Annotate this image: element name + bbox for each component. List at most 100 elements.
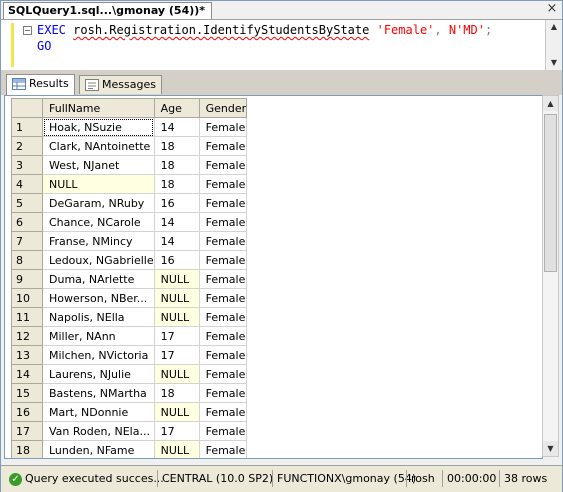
cell-age[interactable]: 18 [153,136,200,156]
row-number[interactable]: 12 [11,326,43,346]
cell-age[interactable]: 14 [153,117,200,137]
table-row[interactable]: 17 Van Roden, NEla... 17 Female [11,421,248,441]
cell-age[interactable]: NULL [153,440,200,458]
table-row[interactable]: 4 NULL 18 Female [11,174,248,194]
row-number[interactable]: 17 [11,421,43,441]
cell-age[interactable]: 16 [153,193,200,213]
scroll-up-icon[interactable]: ▲ [543,96,558,111]
scroll-down-icon[interactable]: ▼ [546,56,562,70]
cell-gender[interactable]: Female [198,307,248,327]
row-number[interactable]: 7 [11,231,43,251]
cell-age[interactable]: NULL [153,288,200,308]
cell-fullname[interactable]: Chance, NCarole [42,212,155,232]
row-number[interactable]: 16 [11,402,43,422]
query-text[interactable]: EXEC rosh.Registration.IdentifyStudentsB… [37,22,492,54]
cell-gender[interactable]: Female [198,288,248,308]
cell-age[interactable]: 14 [153,212,200,232]
row-number[interactable]: 18 [11,440,43,458]
cell-age[interactable]: 14 [153,231,200,251]
cell-gender[interactable]: Female [198,440,248,458]
column-header-age[interactable]: Age [153,98,200,118]
column-header-fullname[interactable]: FullName [42,98,155,118]
cell-age[interactable]: NULL [153,269,200,289]
cell-age[interactable]: 18 [153,174,200,194]
row-number[interactable]: 5 [11,193,43,213]
table-row[interactable]: 14 Laurens, NJulie NULL Female [11,364,248,384]
table-row[interactable]: 16 Mart, NDonnie NULL Female [11,402,248,422]
tab-results[interactable]: Results [6,74,75,95]
table-row[interactable]: 6 Chance, NCarole 14 Female [11,212,248,232]
cell-gender[interactable]: Female [198,155,248,175]
cell-age[interactable]: NULL [153,364,200,384]
cell-fullname[interactable]: NULL [42,174,155,194]
table-row[interactable]: 11 Napolis, NElla NULL Female [11,307,248,327]
cell-gender[interactable]: Female [198,383,248,403]
cell-age[interactable]: NULL [153,307,200,327]
cell-fullname[interactable]: Hoak, NSuzie [42,117,155,137]
row-number[interactable]: 11 [11,307,43,327]
row-number[interactable]: 6 [11,212,43,232]
cell-fullname[interactable]: Duma, NArlette [42,269,155,289]
grid-scrollbar[interactable]: ▲ ▼ [542,95,559,457]
document-tab[interactable]: SQLQuery1.sql...\gmonay (54))* [3,2,213,19]
cell-fullname[interactable]: Van Roden, NEla... [42,421,155,441]
grid-corner[interactable] [11,98,43,118]
cell-fullname[interactable]: Clark, NAntoinette [42,136,155,156]
results-grid[interactable]: FullName Age Gender 1 Hoak, NSuzie 14 Femal… [4,95,543,459]
row-number[interactable]: 4 [11,174,43,194]
table-row[interactable]: 8 Ledoux, NGabrielle 16 Female [11,250,248,270]
column-header-gender[interactable]: Gender [198,98,248,118]
cell-gender[interactable]: Female [198,117,248,137]
cell-fullname[interactable]: Laurens, NJulie [42,364,155,384]
cell-fullname[interactable]: Ledoux, NGabrielle [42,250,155,270]
editor-scrollbar[interactable]: ▲ ▼ [545,20,562,70]
query-editor[interactable]: − EXEC rosh.Registration.IdentifyStudent… [1,20,562,70]
cell-fullname[interactable]: Lunden, NFame [42,440,155,458]
row-number[interactable]: 15 [11,383,43,403]
cell-gender[interactable]: Female [198,402,248,422]
table-row[interactable]: 12 Miller, NAnn 17 Female [11,326,248,346]
cell-fullname[interactable]: Miller, NAnn [42,326,155,346]
cell-gender[interactable]: Female [198,231,248,251]
table-row[interactable]: 18 Lunden, NFame NULL Female [11,440,248,458]
cell-fullname[interactable]: Napolis, NElla [42,307,155,327]
row-number[interactable]: 9 [11,269,43,289]
scroll-down-icon[interactable]: ▼ [543,441,558,456]
row-number[interactable]: 8 [11,250,43,270]
row-number[interactable]: 2 [11,136,43,156]
cell-gender[interactable]: Female [198,269,248,289]
cell-age[interactable]: 17 [153,421,200,441]
cell-fullname[interactable]: Milchen, NVictoria [42,345,155,365]
cell-age[interactable]: 17 [153,345,200,365]
table-row[interactable]: 9 Duma, NArlette NULL Female [11,269,248,289]
cell-fullname[interactable]: Franse, NMincy [42,231,155,251]
cell-age[interactable]: 16 [153,250,200,270]
cell-fullname[interactable]: Bastens, NMartha [42,383,155,403]
row-number[interactable]: 3 [11,155,43,175]
table-row[interactable]: 2 Clark, NAntoinette 18 Female [11,136,248,156]
table-row[interactable]: 10 Howerson, NBer... NULL Female [11,288,248,308]
cell-gender[interactable]: Female [198,174,248,194]
table-row[interactable]: 5 DeGaram, NRuby 16 Female [11,193,248,213]
cell-gender[interactable]: Female [198,136,248,156]
cell-gender[interactable]: Female [198,326,248,346]
cell-gender[interactable]: Female [198,193,248,213]
table-row[interactable]: 15 Bastens, NMartha 18 Female [11,383,248,403]
cell-fullname[interactable]: Howerson, NBer... [42,288,155,308]
cell-gender[interactable]: Female [198,364,248,384]
cell-age[interactable]: 17 [153,326,200,346]
cell-age[interactable]: 18 [153,383,200,403]
close-icon[interactable]: × [545,2,559,16]
cell-gender[interactable]: Female [198,345,248,365]
cell-gender[interactable]: Female [198,421,248,441]
cell-age[interactable]: NULL [153,402,200,422]
scrollbar-thumb[interactable] [544,114,557,272]
table-row[interactable]: 7 Franse, NMincy 14 Female [11,231,248,251]
row-number[interactable]: 1 [11,117,43,137]
cell-age[interactable]: 18 [153,155,200,175]
collapse-toggle-icon[interactable]: − [23,26,32,35]
cell-gender[interactable]: Female [198,212,248,232]
cell-fullname[interactable]: West, NJanet [42,155,155,175]
row-number[interactable]: 10 [11,288,43,308]
table-row[interactable]: 13 Milchen, NVictoria 17 Female [11,345,248,365]
